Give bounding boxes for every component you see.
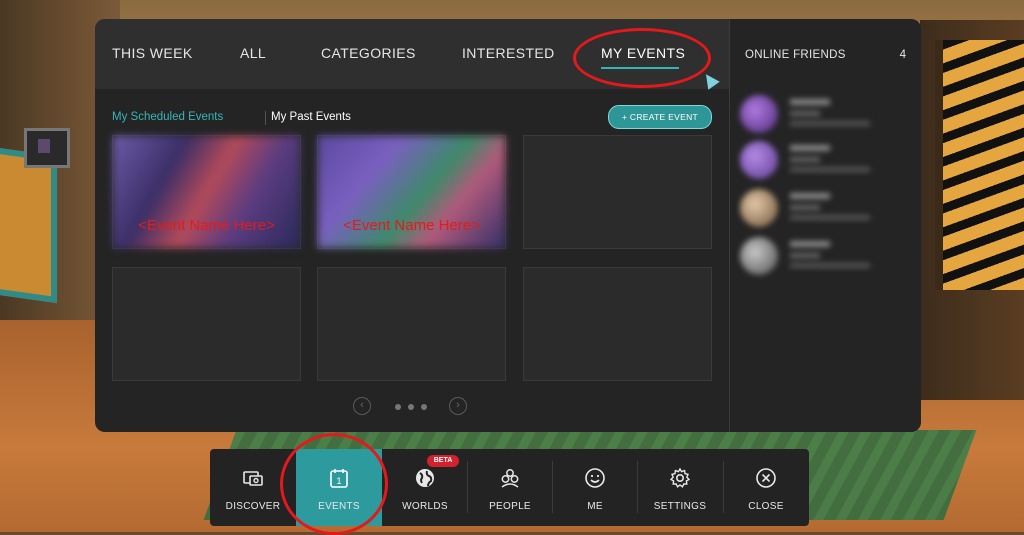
- avatar: [740, 95, 778, 133]
- event-name: <Event Name Here>: [343, 217, 480, 234]
- menu-close[interactable]: CLOSE: [723, 449, 809, 526]
- events-panel: THIS WEEK ALL CATEGORIES INTERESTED MY E…: [95, 19, 921, 432]
- wall-picture: [24, 128, 70, 168]
- page-dot[interactable]: [395, 404, 401, 410]
- friend-entry[interactable]: [740, 237, 910, 279]
- tab-all[interactable]: ALL: [240, 45, 266, 61]
- menu-label: WORLDS: [402, 501, 448, 512]
- tab-interested[interactable]: INTERESTED: [462, 45, 555, 61]
- menu-me[interactable]: ME: [552, 449, 638, 526]
- pagination: ‹ ›: [353, 397, 473, 417]
- gear-icon: [637, 467, 723, 494]
- empty-event-slot: [317, 267, 506, 381]
- event-card[interactable]: <Event Name Here>: [112, 135, 301, 249]
- globe-icon: [382, 467, 468, 494]
- annotation-circle: [573, 28, 711, 88]
- tab-categories[interactable]: CATEGORIES: [321, 45, 416, 61]
- beta-badge: BETA: [427, 455, 459, 467]
- page-dot[interactable]: [408, 404, 414, 410]
- menu-label: PEOPLE: [489, 501, 531, 512]
- friend-entry[interactable]: [740, 141, 910, 183]
- online-friends-sidebar: ONLINE FRIENDS 4: [729, 19, 921, 432]
- empty-event-slot: [112, 267, 301, 381]
- people-icon: [467, 467, 553, 494]
- room-stairs: [935, 40, 1024, 290]
- event-card[interactable]: <Event Name Here>: [317, 135, 506, 249]
- subtab-my-past-events[interactable]: My Past Events: [271, 111, 351, 123]
- avatar: [740, 141, 778, 179]
- pointer-cursor-icon: [700, 70, 720, 90]
- friend-entry[interactable]: [740, 95, 910, 137]
- smiley-icon: [552, 467, 638, 494]
- online-friends-title: ONLINE FRIENDS: [745, 49, 846, 61]
- avatar: [740, 189, 778, 227]
- menu-settings[interactable]: SETTINGS: [637, 449, 723, 526]
- menu-label: ME: [587, 501, 603, 512]
- subtab-divider: [265, 111, 266, 125]
- empty-event-slot: [523, 267, 712, 381]
- friend-entry[interactable]: [740, 189, 910, 231]
- menu-people[interactable]: PEOPLE: [467, 449, 553, 526]
- subtab-my-scheduled-events[interactable]: My Scheduled Events: [112, 111, 223, 123]
- close-icon: [723, 467, 809, 494]
- page-dot[interactable]: [421, 404, 427, 410]
- tab-this-week[interactable]: THIS WEEK: [112, 45, 193, 61]
- avatar: [740, 237, 778, 275]
- event-name: <Event Name Here>: [138, 217, 275, 234]
- create-event-button[interactable]: + CREATE EVENT: [608, 105, 712, 129]
- prev-page-icon[interactable]: ‹: [353, 397, 371, 415]
- empty-event-slot: [523, 135, 712, 249]
- online-friends-count: 4: [899, 49, 906, 61]
- menu-label: SETTINGS: [653, 501, 707, 512]
- next-page-icon[interactable]: ›: [449, 397, 467, 415]
- menu-label: CLOSE: [748, 501, 784, 512]
- annotation-circle: [280, 433, 388, 535]
